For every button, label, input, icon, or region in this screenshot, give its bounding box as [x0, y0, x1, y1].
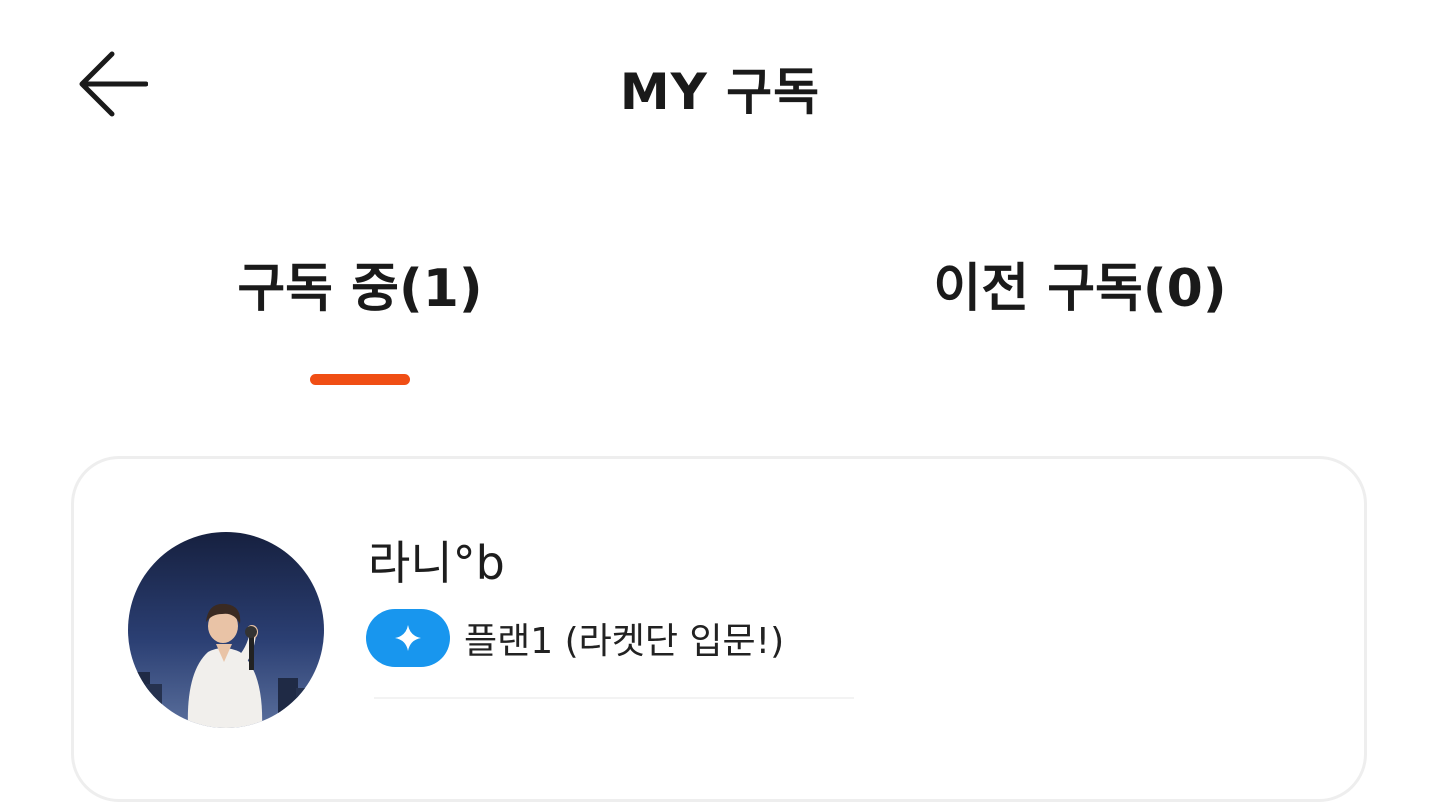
tab-current-subscriptions[interactable]: 구독 중(1)	[150, 246, 570, 321]
creator-name: 라니°b	[368, 536, 505, 590]
avatar	[128, 532, 324, 728]
plan-row: 플랜1 (라켓단 입문!)	[366, 609, 784, 667]
subscription-tabs: 구독 중(1) 이전 구독(0)	[0, 230, 1440, 400]
app-header: MY 구독	[0, 0, 1440, 170]
plan-badge	[366, 609, 450, 667]
sparkle-icon	[395, 625, 421, 651]
divider	[374, 697, 854, 699]
tab-previous-subscriptions[interactable]: 이전 구독(0)	[870, 246, 1290, 321]
page-title: MY 구독	[619, 63, 821, 121]
plan-label: 플랜1 (라켓단 입문!)	[464, 621, 785, 662]
subscription-card[interactable]: 라니°b 플랜1 (라켓단 입문!)	[71, 456, 1367, 802]
active-tab-indicator	[310, 374, 410, 385]
